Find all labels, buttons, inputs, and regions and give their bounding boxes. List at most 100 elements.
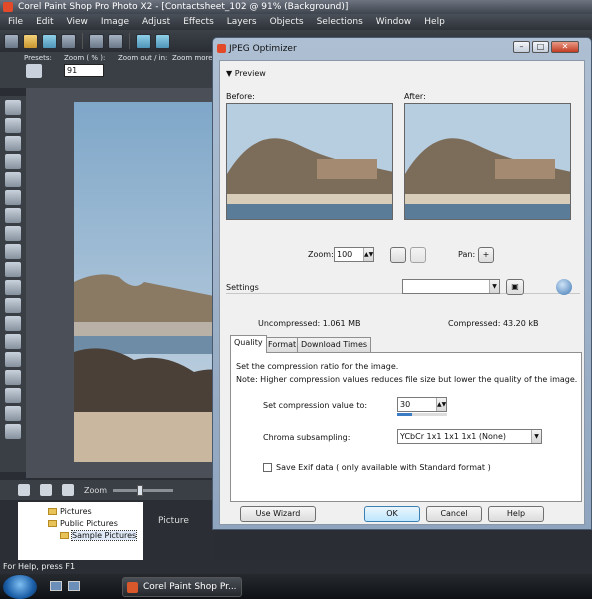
zoom-percent-field[interactable]: 91 bbox=[64, 64, 104, 77]
show-desktop-icon[interactable] bbox=[50, 581, 62, 591]
close-button[interactable]: ✕ bbox=[551, 41, 579, 53]
menu-view[interactable]: View bbox=[67, 17, 88, 27]
undo-icon[interactable] bbox=[136, 33, 151, 49]
tab-download-times[interactable]: Download Times bbox=[297, 337, 372, 352]
pan-label: Pan: bbox=[458, 250, 476, 259]
pan-icon[interactable]: + bbox=[478, 247, 494, 263]
gradient-icon[interactable] bbox=[5, 334, 21, 349]
chevron-down-icon[interactable]: ▼ bbox=[489, 280, 499, 293]
preview-toggle[interactable]: ▼ Preview bbox=[226, 69, 266, 78]
help-label: Help bbox=[506, 509, 526, 518]
crop-icon[interactable] bbox=[5, 172, 21, 187]
settings-dropdown[interactable]: ▼ bbox=[402, 279, 500, 294]
image-canvas[interactable] bbox=[26, 88, 244, 478]
dialog-title: JPEG Optimizer bbox=[229, 44, 297, 54]
after-preview[interactable] bbox=[404, 103, 571, 220]
open-folder-icon[interactable] bbox=[23, 33, 38, 49]
tool-options-bar: Presets: Zoom ( % ): 91 Zoom out / in: Z… bbox=[0, 52, 215, 88]
scratch-icon[interactable] bbox=[5, 244, 21, 259]
red-eye-icon[interactable] bbox=[5, 208, 21, 223]
tree-item-public-pictures[interactable]: Public Pictures bbox=[48, 518, 118, 529]
folder-icon bbox=[48, 520, 57, 527]
scan-icon[interactable] bbox=[61, 33, 76, 49]
menu-layers[interactable]: Layers bbox=[227, 17, 257, 27]
cancel-button[interactable]: Cancel bbox=[426, 506, 482, 522]
print-icon[interactable] bbox=[108, 33, 123, 49]
use-wizard-button[interactable]: Use Wizard bbox=[240, 506, 316, 522]
warp-icon[interactable] bbox=[5, 406, 21, 421]
zoom-stepper[interactable]: 100 ▲▼ bbox=[334, 247, 374, 262]
text-icon[interactable] bbox=[5, 352, 21, 367]
windows-orb-icon[interactable] bbox=[3, 575, 37, 599]
compression-stepper[interactable]: 30 ▲▼ bbox=[397, 397, 447, 412]
menu-window[interactable]: Window bbox=[376, 17, 412, 27]
menu-objects[interactable]: Objects bbox=[270, 17, 304, 27]
save-preset-icon[interactable]: ▣ bbox=[506, 279, 524, 295]
organizer-zoom-slider[interactable] bbox=[113, 484, 174, 496]
new-file-icon[interactable] bbox=[4, 33, 19, 49]
organizer-zoom-thumb[interactable] bbox=[137, 484, 144, 496]
tab-format[interactable]: Format bbox=[264, 337, 301, 352]
chevron-down-icon[interactable]: ▼ bbox=[531, 430, 541, 443]
pick-icon[interactable] bbox=[5, 118, 21, 133]
menu-selections[interactable]: Selections bbox=[317, 17, 363, 27]
minimize-button[interactable]: – bbox=[513, 41, 530, 53]
preview-header: Preview bbox=[234, 69, 266, 78]
lighten-icon[interactable] bbox=[5, 280, 21, 295]
fill-icon[interactable] bbox=[5, 316, 21, 331]
menu-effects[interactable]: Effects bbox=[183, 17, 214, 27]
hand-icon[interactable] bbox=[26, 64, 42, 78]
switch-windows-icon[interactable] bbox=[68, 581, 80, 591]
tree-item-pictures[interactable]: Pictures bbox=[48, 506, 92, 517]
status-text: For Help, press F1 bbox=[3, 562, 76, 571]
spin-arrows-icon[interactable]: ▲▼ bbox=[436, 398, 446, 411]
menu-adjust[interactable]: Adjust bbox=[142, 17, 170, 27]
zoom-label: Zoom: bbox=[308, 250, 334, 259]
toolbar-divider bbox=[82, 33, 83, 49]
gear-icon[interactable] bbox=[18, 484, 30, 496]
toolbar-divider bbox=[129, 33, 130, 49]
exif-checkbox[interactable] bbox=[263, 463, 272, 472]
windows-taskbar: Corel Paint Shop Pr... bbox=[0, 574, 592, 599]
compression-slider[interactable] bbox=[397, 413, 447, 416]
organizer-zoom-label: Zoom bbox=[84, 485, 108, 495]
chroma-label: Chroma subsampling: bbox=[263, 433, 351, 442]
exif-label: Save Exif data ( only available with Sta… bbox=[276, 463, 491, 472]
organizer-toolbar: Zoom bbox=[0, 480, 215, 500]
tree-item-sample-pictures[interactable]: Sample Pictures bbox=[60, 530, 138, 541]
pan-icon[interactable] bbox=[5, 100, 21, 115]
zoom-magnifier-icon[interactable] bbox=[410, 247, 426, 263]
dropper-icon[interactable] bbox=[5, 154, 21, 169]
clone-icon[interactable] bbox=[5, 226, 21, 241]
spin-arrows-icon[interactable]: ▲▼ bbox=[363, 248, 373, 261]
taskbar-app-button[interactable]: Corel Paint Shop Pr... bbox=[122, 577, 242, 597]
chroma-dropdown[interactable]: YCbCr 1x1 1x1 1x1 (None) ▼ bbox=[397, 429, 542, 444]
selection-icon[interactable] bbox=[5, 136, 21, 151]
before-preview[interactable] bbox=[226, 103, 393, 220]
save-icon[interactable] bbox=[89, 33, 104, 49]
compressed-size: Compressed: 43.20 kB bbox=[448, 319, 539, 328]
maximize-button[interactable]: □ bbox=[532, 41, 549, 53]
menu-image[interactable]: Image bbox=[101, 17, 129, 27]
view-icon[interactable] bbox=[62, 484, 74, 496]
menu-help[interactable]: Help bbox=[424, 17, 445, 27]
reset-icon[interactable] bbox=[556, 279, 572, 295]
browse-icon[interactable] bbox=[42, 33, 57, 49]
redo-icon[interactable] bbox=[155, 33, 170, 49]
compression-value: 30 bbox=[400, 400, 411, 409]
mesh-icon[interactable] bbox=[5, 424, 21, 439]
zoom-to-fit-icon[interactable] bbox=[390, 247, 406, 263]
pen-icon[interactable] bbox=[5, 388, 21, 403]
shape-icon[interactable] bbox=[5, 370, 21, 385]
folder-icon bbox=[48, 508, 57, 515]
menu-edit[interactable]: Edit bbox=[36, 17, 53, 27]
tab-quality[interactable]: Quality bbox=[230, 335, 267, 353]
straighten-icon[interactable] bbox=[5, 190, 21, 205]
uncompressed-size: Uncompressed: 1.061 MB bbox=[258, 319, 361, 328]
help-button[interactable]: Help bbox=[488, 506, 544, 522]
paint-brush-icon[interactable] bbox=[5, 262, 21, 277]
menu-file[interactable]: File bbox=[8, 17, 23, 27]
folder-icon[interactable] bbox=[40, 484, 52, 496]
eraser-icon[interactable] bbox=[5, 298, 21, 313]
ok-button[interactable]: OK bbox=[364, 506, 420, 522]
